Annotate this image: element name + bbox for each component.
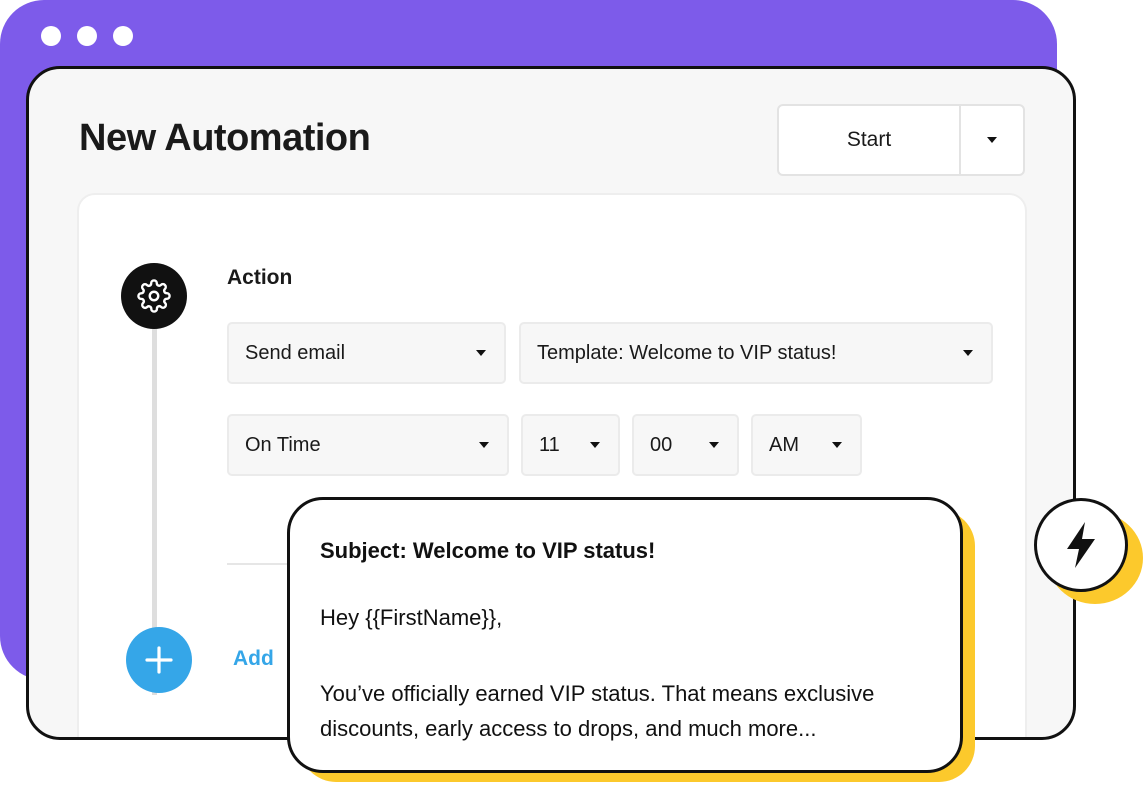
template-select[interactable]: Template: Welcome to VIP status!	[519, 322, 993, 384]
caret-down-icon	[832, 442, 842, 448]
hour-value: 11	[539, 433, 560, 456]
start-button[interactable]: Start	[779, 106, 959, 174]
minute-value: 00	[650, 433, 673, 456]
gear-icon	[137, 279, 171, 313]
page-title: New Automation	[79, 117, 371, 159]
window-dot-icon	[77, 26, 97, 46]
email-body: You’ve officially earned VIP status. Tha…	[320, 681, 875, 741]
window-dot-icon	[41, 26, 61, 46]
hour-select[interactable]: 11	[521, 414, 620, 476]
action-type-value: Send email	[245, 341, 346, 364]
window-dot-icon	[113, 26, 133, 46]
caret-down-icon	[987, 137, 997, 143]
minute-select[interactable]: 00	[632, 414, 739, 476]
template-value: Template: Welcome to VIP status!	[537, 341, 837, 364]
plus-icon	[145, 646, 173, 674]
email-subject: Subject: Welcome to VIP status!	[320, 538, 656, 563]
caret-down-icon	[476, 350, 486, 356]
start-menu-button[interactable]	[961, 106, 1023, 174]
caret-down-icon	[590, 442, 600, 448]
bolt-badge	[1034, 498, 1128, 592]
step-badge	[121, 263, 187, 329]
step-label: Action	[227, 266, 293, 289]
caret-down-icon	[963, 350, 973, 356]
email-greeting: Hey {{FirstName}},	[320, 605, 503, 630]
ampm-value: AM	[769, 433, 799, 456]
timing-value: On Time	[245, 433, 321, 456]
action-type-select[interactable]: Send email	[227, 322, 506, 384]
start-split-button: Start	[777, 104, 1025, 176]
add-step-link[interactable]: Add	[233, 647, 274, 671]
add-step-button[interactable]	[126, 627, 192, 693]
caret-down-icon	[479, 442, 489, 448]
email-preview-card: Subject: Welcome to VIP status! Hey {{Fi…	[287, 497, 963, 773]
lightning-bolt-icon	[1067, 522, 1095, 568]
caret-down-icon	[709, 442, 719, 448]
timing-select[interactable]: On Time	[227, 414, 509, 476]
ampm-select[interactable]: AM	[751, 414, 862, 476]
